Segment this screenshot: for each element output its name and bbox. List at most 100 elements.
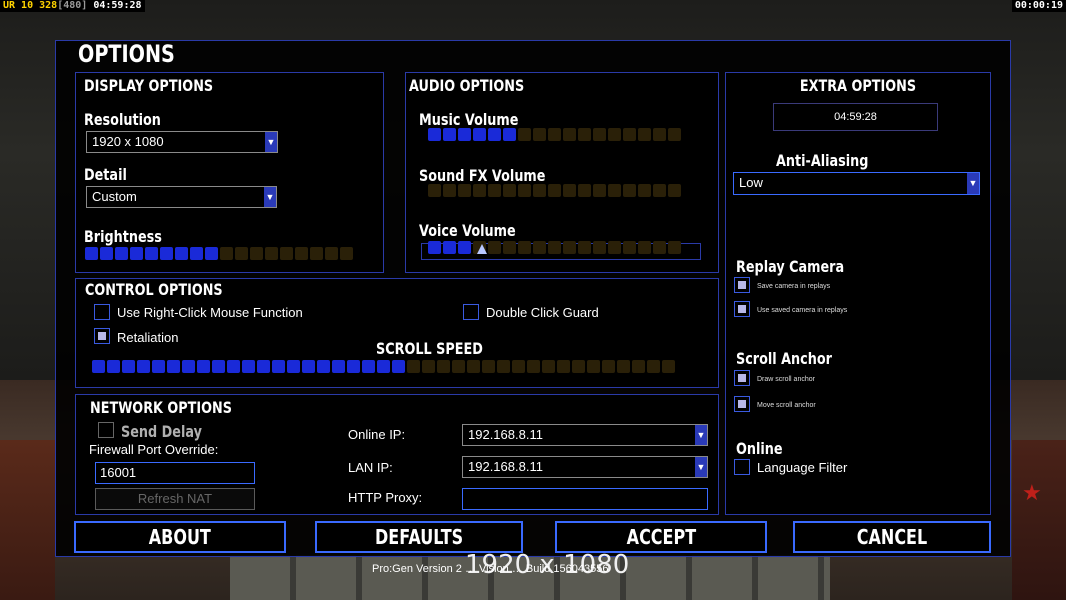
slider-segment[interactable] — [265, 247, 278, 260]
voice-volume-slider[interactable] — [428, 241, 681, 254]
slider-segment[interactable] — [497, 360, 510, 373]
send-delay-checkbox[interactable] — [98, 422, 114, 438]
slider-segment[interactable] — [197, 360, 210, 373]
slider-segment[interactable] — [340, 247, 353, 260]
slider-segment[interactable] — [548, 184, 561, 197]
slider-segment[interactable] — [250, 247, 263, 260]
slider-segment[interactable] — [332, 360, 345, 373]
slider-segment[interactable] — [632, 360, 645, 373]
slider-segment[interactable] — [563, 128, 576, 141]
slider-segment[interactable] — [593, 128, 606, 141]
slider-segment[interactable] — [428, 184, 441, 197]
slider-segment[interactable] — [512, 360, 525, 373]
slider-segment[interactable] — [527, 360, 540, 373]
slider-segment[interactable] — [443, 241, 456, 254]
music-volume-slider[interactable] — [428, 128, 681, 141]
slider-segment[interactable] — [638, 184, 651, 197]
slider-segment[interactable] — [220, 247, 233, 260]
slider-segment[interactable] — [668, 128, 681, 141]
slider-segment[interactable] — [325, 247, 338, 260]
slider-segment[interactable] — [107, 360, 120, 373]
chevron-down-icon[interactable]: ▼ — [967, 173, 979, 194]
slider-segment[interactable] — [578, 241, 591, 254]
anti-aliasing-dropdown[interactable]: Low ▼ — [733, 172, 980, 195]
slider-segment[interactable] — [503, 241, 516, 254]
slider-segment[interactable] — [602, 360, 615, 373]
slider-segment[interactable] — [467, 360, 480, 373]
slider-segment[interactable] — [548, 128, 561, 141]
use-saved-camera-checkbox[interactable] — [734, 301, 750, 317]
slider-segment[interactable] — [608, 241, 621, 254]
slider-segment[interactable] — [310, 247, 323, 260]
accept-button[interactable]: ACCEPT — [555, 521, 767, 553]
slider-segment[interactable] — [302, 360, 315, 373]
slider-segment[interactable] — [653, 128, 666, 141]
slider-segment[interactable] — [257, 360, 270, 373]
slider-segment[interactable] — [443, 184, 456, 197]
slider-segment[interactable] — [473, 128, 486, 141]
slider-segment[interactable] — [100, 247, 113, 260]
slider-segment[interactable] — [227, 360, 240, 373]
slider-segment[interactable] — [518, 241, 531, 254]
refresh-nat-button[interactable]: Refresh NAT — [95, 488, 255, 510]
slider-segment[interactable] — [428, 128, 441, 141]
slider-segment[interactable] — [638, 128, 651, 141]
slider-segment[interactable] — [668, 241, 681, 254]
online-ip-dropdown[interactable]: 192.168.8.11 ▼ — [462, 424, 708, 446]
firewall-port-input[interactable]: 16001 — [95, 462, 255, 484]
slider-segment[interactable] — [548, 241, 561, 254]
slider-thumb-icon[interactable] — [477, 244, 487, 254]
cancel-button[interactable]: CANCEL — [793, 521, 991, 553]
slider-segment[interactable] — [392, 360, 405, 373]
slider-segment[interactable] — [623, 128, 636, 141]
slider-segment[interactable] — [578, 184, 591, 197]
slider-segment[interactable] — [593, 184, 606, 197]
lan-ip-dropdown[interactable]: 192.168.8.11 ▼ — [462, 456, 708, 478]
slider-segment[interactable] — [443, 128, 456, 141]
defaults-button[interactable]: DEFAULTS — [315, 521, 523, 553]
slider-segment[interactable] — [295, 247, 308, 260]
slider-segment[interactable] — [92, 360, 105, 373]
slider-segment[interactable] — [458, 184, 471, 197]
chevron-down-icon[interactable]: ▼ — [695, 457, 707, 477]
slider-segment[interactable] — [653, 184, 666, 197]
slider-segment[interactable] — [647, 360, 660, 373]
slider-segment[interactable] — [533, 128, 546, 141]
slider-segment[interactable] — [563, 241, 576, 254]
slider-segment[interactable] — [563, 184, 576, 197]
slider-segment[interactable] — [130, 247, 143, 260]
slider-segment[interactable] — [272, 360, 285, 373]
slider-segment[interactable] — [488, 184, 501, 197]
save-camera-checkbox[interactable] — [734, 277, 750, 293]
slider-segment[interactable] — [557, 360, 570, 373]
detail-dropdown[interactable]: Custom ▼ — [86, 186, 277, 208]
slider-segment[interactable] — [518, 184, 531, 197]
slider-segment[interactable] — [287, 360, 300, 373]
slider-segment[interactable] — [542, 360, 555, 373]
http-proxy-input[interactable] — [462, 488, 708, 510]
slider-segment[interactable] — [152, 360, 165, 373]
resolution-dropdown[interactable]: 1920 x 1080 ▼ — [86, 131, 278, 153]
retaliation-checkbox[interactable] — [94, 328, 110, 344]
slider-segment[interactable] — [122, 360, 135, 373]
slider-segment[interactable] — [608, 128, 621, 141]
slider-segment[interactable] — [437, 360, 450, 373]
slider-segment[interactable] — [503, 184, 516, 197]
slider-segment[interactable] — [653, 241, 666, 254]
slider-segment[interactable] — [347, 360, 360, 373]
slider-segment[interactable] — [145, 247, 158, 260]
slider-segment[interactable] — [160, 247, 173, 260]
slider-segment[interactable] — [205, 247, 218, 260]
slider-segment[interactable] — [482, 360, 495, 373]
slider-segment[interactable] — [190, 247, 203, 260]
slider-segment[interactable] — [488, 128, 501, 141]
slider-segment[interactable] — [377, 360, 390, 373]
slider-segment[interactable] — [488, 241, 501, 254]
slider-segment[interactable] — [617, 360, 630, 373]
slider-segment[interactable] — [608, 184, 621, 197]
slider-segment[interactable] — [623, 184, 636, 197]
right-click-checkbox[interactable] — [94, 304, 110, 320]
slider-segment[interactable] — [362, 360, 375, 373]
slider-segment[interactable] — [503, 128, 516, 141]
slider-segment[interactable] — [458, 241, 471, 254]
